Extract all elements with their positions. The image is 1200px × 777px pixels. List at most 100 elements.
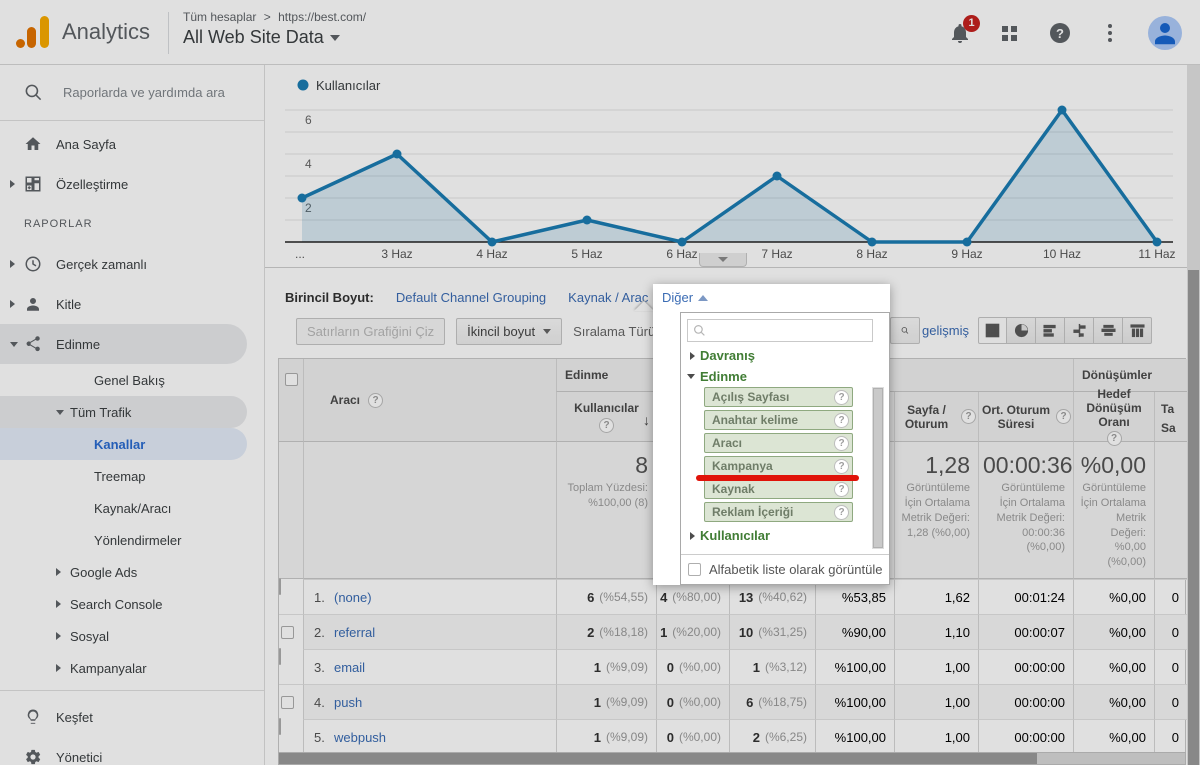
sidebar-item-kampanyalar[interactable]: Kampanyalar (0, 652, 264, 684)
svg-text:5 Haz: 5 Haz (571, 247, 602, 261)
chart-collapse-button[interactable] (699, 253, 747, 267)
medium-link[interactable]: referral (334, 625, 375, 640)
dropdown-footer: Alfabetik liste olarak görüntüle (681, 554, 889, 584)
dimension-search-input[interactable] (710, 321, 872, 340)
pivot-view-button[interactable] (1123, 317, 1152, 344)
sidebar-item-t-m-trafik[interactable]: Tüm Trafik (0, 396, 247, 428)
goal-completions-column-header[interactable]: Ta Sa (1154, 392, 1187, 442)
row-checkbox[interactable] (279, 718, 281, 735)
help-icon[interactable]: ? (834, 436, 849, 451)
breadcrumb[interactable]: Tüm hesaplar > https://best.com/ (183, 10, 366, 24)
row-checkbox[interactable] (281, 626, 294, 639)
dimension-item-arac-[interactable]: Aracı? (704, 433, 853, 453)
dimension-column-header[interactable]: Aracı? (303, 359, 556, 442)
term-cloud-view-button[interactable] (1094, 317, 1123, 344)
table-view-button[interactable] (978, 317, 1007, 344)
notifications-button[interactable]: 1 (948, 21, 972, 45)
sidebar-item-genel-bak-[interactable]: Genel Bakış (0, 364, 264, 396)
sidebar-item-kitle[interactable]: Kitle (0, 284, 264, 324)
row-checkbox[interactable] (279, 578, 281, 595)
sidebar-item-ana-sayfa[interactable]: Ana Sayfa (0, 124, 264, 164)
sidebar-item-sosyal[interactable]: Sosyal (0, 620, 264, 652)
vertical-scrollbar[interactable] (1187, 65, 1200, 765)
help-icon[interactable]: ? (368, 393, 383, 408)
select-all-checkbox[interactable] (285, 373, 298, 386)
secondary-dimension-button[interactable]: İkincil boyut (456, 318, 562, 345)
help-icon[interactable]: ? (1056, 409, 1071, 424)
dimension-group-label: Edinme (700, 369, 747, 384)
sidebar-item-edinme[interactable]: Edinme (0, 324, 247, 364)
sidebar-item-y-netici[interactable]: Yönetici (0, 737, 264, 777)
dimension-group-kullan-c-lar[interactable]: Kullanıcılar (687, 525, 883, 546)
advanced-search-link[interactable]: gelişmiş (922, 323, 969, 338)
other-dimension-trigger[interactable]: Diğer (662, 290, 708, 305)
dimension-item-reklam-i-eri-i[interactable]: Reklam İçeriği? (704, 502, 853, 522)
dropdown-scrollbar[interactable] (872, 387, 884, 549)
dimension-item-a-l-sayfas-[interactable]: Açılış Sayfası? (704, 387, 853, 407)
dimension-search-box[interactable] (687, 319, 873, 342)
dimension-group-teknoloji[interactable]: Teknoloji (687, 546, 883, 551)
table-cell-duration: 00:00:00 (978, 684, 1073, 719)
sidebar-item-ger-ek-zamanl-[interactable]: Gerçek zamanlı (0, 244, 264, 284)
sidebar-item-treemap[interactable]: Treemap (0, 460, 264, 492)
help-icon[interactable]: ? (599, 418, 614, 433)
sidebar-item-kanallar[interactable]: Kanallar (0, 428, 247, 460)
help-icon[interactable]: ? (834, 459, 849, 474)
horizontal-scrollbar[interactable] (278, 752, 1186, 765)
dimension-group-davran-[interactable]: Davranış (687, 345, 883, 366)
sidebar-item-google-ads[interactable]: Google Ads (0, 556, 264, 588)
help-icon[interactable]: ? (961, 409, 976, 424)
sidebar-item--zelle-tirme[interactable]: Özelleştirme (0, 164, 264, 204)
sidebar-item-ke-fet[interactable]: Keşfet (0, 697, 264, 737)
medium-link[interactable]: email (334, 660, 365, 675)
apps-grid-button[interactable] (998, 21, 1022, 45)
help-button[interactable]: ? (1048, 21, 1072, 45)
row-rank: 1. (304, 590, 334, 605)
more-menu-button[interactable] (1098, 21, 1122, 45)
dimension-group-edinme[interactable]: Edinme (687, 366, 883, 387)
sidebar-search[interactable]: Raporlarda ve yardımda ara (0, 65, 264, 121)
breadcrumb-property-url[interactable]: https://best.com/ (278, 10, 366, 24)
goal-conversion-rate-column-header[interactable]: Hedef Dönüşüm Oranı ? (1073, 392, 1154, 442)
plot-rows-button[interactable]: Satırların Grafiğini Çiz (296, 318, 445, 345)
performance-view-button[interactable] (1036, 317, 1065, 344)
analytics-logo[interactable]: Analytics (14, 14, 150, 50)
table-search-button[interactable] (890, 317, 920, 344)
help-icon[interactable]: ? (834, 413, 849, 428)
dropdown-scrollbar-thumb[interactable] (873, 388, 883, 548)
sidebar-item-y-nlendirmeler[interactable]: Yönlendirmeler (0, 524, 264, 556)
alphabetical-list-checkbox[interactable] (688, 563, 701, 576)
dimension-item-anahtar-kelime[interactable]: Anahtar kelime? (704, 410, 853, 430)
dimension-item-kaynak[interactable]: Kaynak? (704, 479, 853, 499)
sidebar-item-search-console[interactable]: Search Console (0, 588, 264, 620)
medium-link[interactable]: (none) (334, 590, 372, 605)
cell-value: 1 (594, 695, 601, 710)
property-selector[interactable]: All Web Site Data (183, 27, 340, 48)
avg-session-duration-column-header[interactable]: Ort. Oturum Süresi? (978, 392, 1073, 442)
row-checkbox[interactable] (281, 696, 294, 709)
help-icon[interactable]: ? (834, 505, 849, 520)
breadcrumb-account[interactable]: Tüm hesaplar (183, 10, 256, 24)
horizontal-scrollbar-thumb[interactable] (279, 753, 1037, 764)
medium-link[interactable]: push (334, 695, 362, 710)
dimension-item-kampanya[interactable]: Kampanya? (704, 456, 853, 476)
avatar[interactable] (1148, 16, 1182, 50)
more-vertical-icon (1098, 21, 1122, 45)
cell-percent: (%20,00) (672, 625, 721, 639)
table-view-icon (985, 323, 1000, 338)
help-icon[interactable]: ? (834, 482, 849, 497)
chevron-right-icon (10, 260, 15, 268)
percentage-view-button[interactable] (1007, 317, 1036, 344)
help-icon[interactable]: ? (1107, 431, 1122, 446)
comparison-view-button[interactable] (1065, 317, 1094, 344)
medium-link[interactable]: webpush (334, 730, 386, 745)
dimension-option-default-channel-grouping[interactable]: Default Channel Grouping (396, 290, 546, 305)
help-icon[interactable]: ? (834, 390, 849, 405)
cell-value: %0,00 (1109, 695, 1146, 710)
row-checkbox[interactable] (279, 648, 281, 665)
pages-per-session-column-header[interactable]: Sayfa / Oturum? (894, 392, 978, 442)
sidebar-item-kaynak-arac-[interactable]: Kaynak/Aracı (0, 492, 264, 524)
users-column-header[interactable]: Kullanıcılar ? ↓ (556, 392, 656, 442)
sidebar-item-label: Gerçek zamanlı (56, 257, 147, 272)
vertical-scrollbar-thumb[interactable] (1188, 270, 1199, 765)
